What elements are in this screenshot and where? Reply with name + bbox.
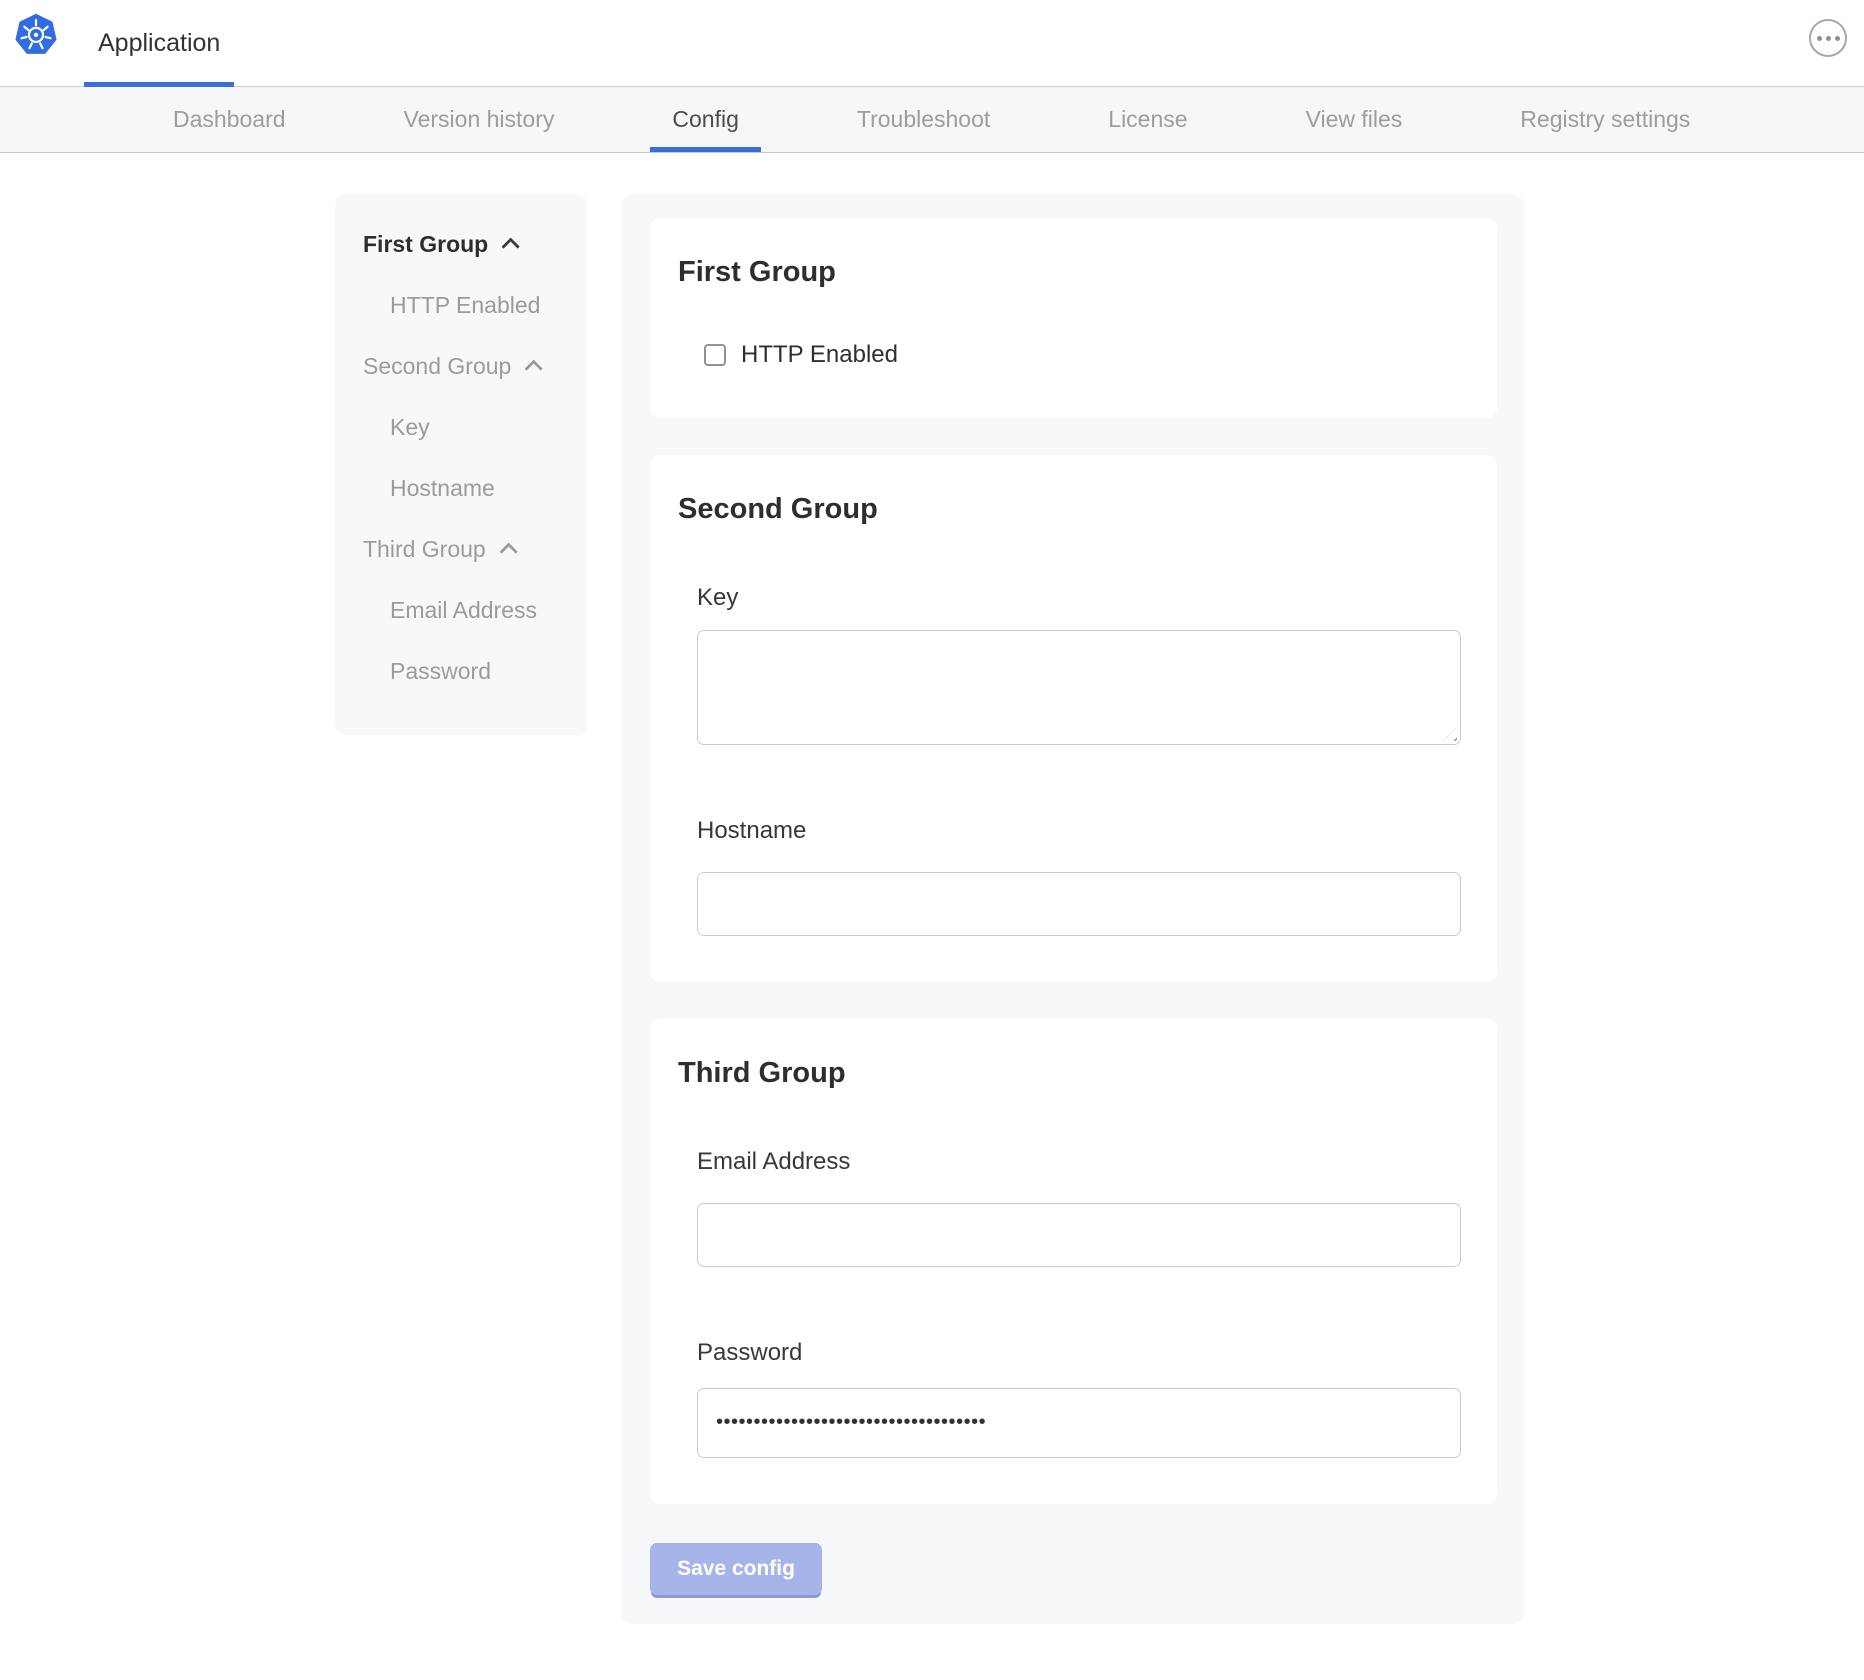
- http-enabled-row: HTTP Enabled: [704, 341, 1497, 369]
- sidebar-item-label: Hostname: [390, 475, 495, 502]
- hostname-input[interactable]: [697, 872, 1461, 936]
- application-tab[interactable]: Application: [84, 0, 234, 86]
- second-group-card: Second Group Key Hostname: [650, 455, 1497, 982]
- sidebar-item-password[interactable]: Password: [335, 641, 587, 702]
- config-group-sidebar: First Group HTTP Enabled Second Group Ke…: [335, 194, 587, 735]
- group-title: Third Group: [650, 1019, 1497, 1090]
- http-enabled-checkbox[interactable]: [704, 344, 726, 366]
- http-enabled-label[interactable]: HTTP Enabled: [741, 341, 898, 369]
- sidebar-item-key[interactable]: Key: [335, 397, 587, 458]
- sidebar-item-label: First Group: [363, 231, 488, 258]
- ellipsis-icon: [1826, 36, 1831, 41]
- group-title: Second Group: [650, 455, 1497, 526]
- tab-dashboard[interactable]: Dashboard: [173, 87, 286, 152]
- sidebar-item-label: Password: [390, 658, 491, 685]
- tab-view-files[interactable]: View files: [1306, 87, 1403, 152]
- tab-license[interactable]: License: [1108, 87, 1187, 152]
- chevron-up-icon: [502, 237, 520, 255]
- sidebar-item-third-group[interactable]: Third Group: [335, 519, 587, 580]
- sidebar-item-label: Key: [390, 414, 430, 441]
- hostname-label: Hostname: [697, 817, 1450, 845]
- config-panel: First Group HTTP Enabled Second Group Ke…: [621, 194, 1524, 1624]
- chevron-up-icon: [499, 542, 517, 560]
- password-label: Password: [697, 1339, 1450, 1367]
- key-textarea-wrap: [697, 630, 1461, 745]
- kubernetes-logo-icon: [14, 11, 58, 57]
- group-title: First Group: [650, 218, 1497, 289]
- first-group-card: First Group HTTP Enabled: [650, 218, 1497, 418]
- third-group-card: Third Group Email Address Password: [650, 1019, 1497, 1504]
- top-bar: Application: [0, 0, 1864, 87]
- tab-config[interactable]: Config: [672, 87, 738, 152]
- sidebar-item-http-enabled[interactable]: HTTP Enabled: [335, 275, 587, 336]
- section-tab-bar: Dashboard Version history Config Trouble…: [0, 87, 1864, 153]
- ellipsis-icon: [1817, 36, 1822, 41]
- tab-registry-settings[interactable]: Registry settings: [1520, 87, 1690, 152]
- sidebar-item-hostname[interactable]: Hostname: [335, 458, 587, 519]
- sidebar-item-second-group[interactable]: Second Group: [335, 336, 587, 397]
- save-config-button[interactable]: Save config: [650, 1543, 822, 1595]
- application-tab-label: Application: [98, 29, 220, 58]
- key-field-block: Key Hostname: [697, 584, 1450, 935]
- sidebar-item-first-group[interactable]: First Group: [335, 214, 587, 275]
- email-address-label: Email Address: [697, 1148, 1450, 1176]
- third-group-fields: Email Address Password: [697, 1148, 1450, 1457]
- sidebar-item-email-address[interactable]: Email Address: [335, 580, 587, 641]
- key-label: Key: [697, 584, 1450, 612]
- tab-version-history[interactable]: Version history: [404, 87, 555, 152]
- sidebar-item-label: Third Group: [363, 536, 486, 563]
- password-input[interactable]: [697, 1388, 1461, 1458]
- sidebar-item-label: Email Address: [390, 597, 537, 624]
- tab-troubleshoot[interactable]: Troubleshoot: [857, 87, 990, 152]
- ellipsis-icon: [1835, 36, 1840, 41]
- email-address-input[interactable]: [697, 1203, 1461, 1267]
- sidebar-item-label: HTTP Enabled: [390, 292, 540, 319]
- overflow-menu-button[interactable]: [1809, 19, 1847, 57]
- chevron-up-icon: [525, 359, 543, 377]
- key-textarea[interactable]: [697, 630, 1461, 745]
- sidebar-item-label: Second Group: [363, 353, 511, 380]
